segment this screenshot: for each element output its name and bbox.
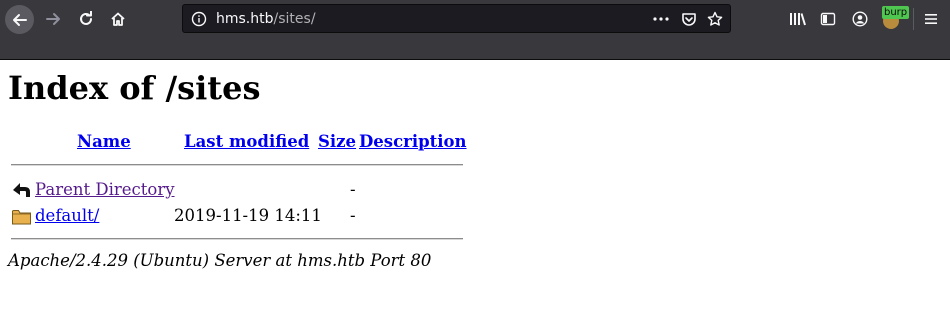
forward-button[interactable] — [40, 6, 66, 32]
list-item-modified: 2019-11-19 14:11 — [174, 206, 322, 225]
folder-icon — [11, 206, 33, 226]
home-icon — [111, 12, 125, 26]
star-icon[interactable] — [706, 10, 724, 28]
list-item-link-default[interactable]: default/ — [35, 206, 99, 226]
back-arrow-icon — [12, 13, 27, 26]
account-button[interactable] — [847, 6, 873, 32]
url-path: /sites/ — [273, 11, 316, 27]
list-item-size: - — [350, 180, 356, 199]
table-divider-bottom — [11, 238, 463, 240]
page-title: Index of /sites — [8, 69, 261, 107]
sidebar-icon — [820, 12, 836, 26]
browser-toolbar: hms.htb/sites/ burp — [0, 0, 950, 39]
forward-arrow-icon — [46, 13, 60, 25]
page-content: Index of /sites Name Last modified Size … — [0, 60, 950, 314]
list-item-size: - — [350, 206, 356, 225]
back-button[interactable] — [5, 5, 34, 34]
account-icon — [852, 11, 868, 27]
info-circle-icon[interactable] — [191, 11, 207, 27]
pocket-icon[interactable] — [680, 10, 698, 28]
hamburger-menu-icon — [925, 14, 937, 24]
column-header-size[interactable]: Size — [318, 132, 356, 152]
column-header-last-modified[interactable]: Last modified — [184, 132, 309, 152]
table-divider-top — [11, 164, 463, 166]
burp-extension-button[interactable]: burp — [880, 6, 910, 32]
server-signature: Apache/2.4.29 (Ubuntu) Server at hms.htb… — [8, 251, 432, 270]
sidebar-button[interactable] — [815, 6, 841, 32]
home-button[interactable] — [105, 6, 131, 32]
toolbar-divider — [913, 8, 914, 30]
list-item-link-parent-directory[interactable]: Parent Directory — [35, 180, 175, 200]
library-icon — [790, 13, 806, 26]
column-header-description[interactable]: Description — [359, 132, 467, 152]
more-dots-icon[interactable] — [652, 11, 670, 27]
reload-button[interactable] — [73, 6, 99, 32]
library-button[interactable] — [785, 6, 811, 32]
burp-badge: burp — [882, 6, 910, 19]
reload-icon — [80, 11, 92, 25]
url-text[interactable]: hms.htb/sites/ — [216, 11, 316, 27]
url-host: hms.htb — [216, 11, 274, 27]
column-header-name[interactable]: Name — [77, 132, 131, 152]
menu-button[interactable] — [918, 6, 944, 32]
url-bar[interactable]: hms.htb/sites/ — [182, 4, 731, 33]
toolbar-bottom-strip — [0, 39, 950, 59]
parent-directory-icon — [11, 180, 33, 200]
